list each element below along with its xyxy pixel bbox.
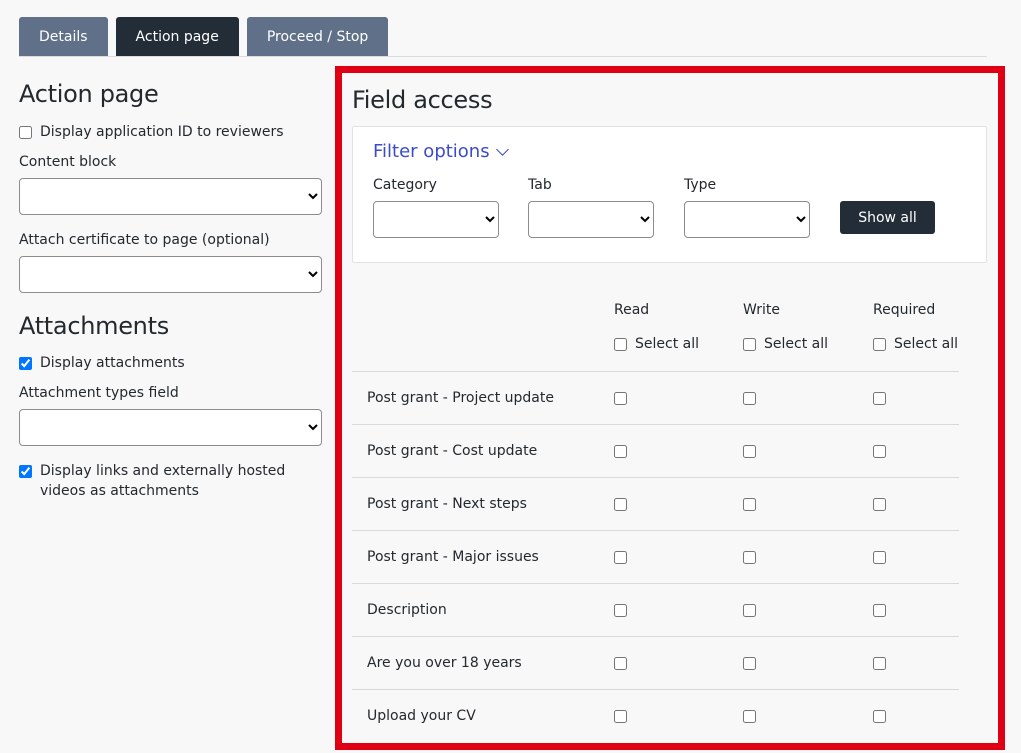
field-name: Post grant - Major issues bbox=[367, 549, 539, 565]
field-name: Post grant - Project update bbox=[367, 390, 554, 406]
required-select-all: Select all bbox=[873, 334, 958, 354]
attachment-types-label: Attachment types field bbox=[19, 385, 179, 401]
required-checkbox[interactable] bbox=[873, 445, 886, 458]
write-select-all-label: Select all bbox=[764, 336, 828, 352]
category-select[interactable] bbox=[373, 201, 499, 238]
tab-bar: Details Action page Proceed / Stop bbox=[19, 17, 389, 57]
table-row: Are you over 18 years bbox=[352, 636, 959, 689]
read-checkbox[interactable] bbox=[614, 710, 627, 723]
table-row: Description bbox=[352, 583, 959, 636]
table-row: Post grant - Major issues bbox=[352, 530, 959, 583]
read-checkbox[interactable] bbox=[614, 657, 627, 670]
field-access-panel: Field access Filter options Category Tab… bbox=[335, 66, 1005, 750]
field-name: Description bbox=[367, 602, 447, 618]
certificate-label: Attach certificate to page (optional) bbox=[19, 232, 270, 248]
display-app-id-label: Display application ID to reviewers bbox=[40, 124, 284, 140]
content-block-select[interactable] bbox=[19, 178, 322, 215]
required-select-all-checkbox[interactable] bbox=[873, 337, 886, 351]
required-checkbox[interactable] bbox=[873, 551, 886, 564]
write-select-all: Select all bbox=[743, 334, 828, 354]
category-label: Category bbox=[373, 177, 437, 193]
read-checkbox[interactable] bbox=[614, 551, 627, 564]
read-select-all: Select all bbox=[614, 334, 699, 354]
action-page-heading: Action page bbox=[19, 80, 159, 108]
read-select-all-checkbox[interactable] bbox=[614, 337, 627, 351]
read-column-header: Read bbox=[614, 302, 650, 318]
required-checkbox[interactable] bbox=[873, 710, 886, 723]
table-row: Upload your CV bbox=[352, 689, 959, 742]
tab-select[interactable] bbox=[528, 201, 654, 238]
required-checkbox[interactable] bbox=[873, 657, 886, 670]
field-name: Post grant - Next steps bbox=[367, 496, 527, 512]
category-filter: Category bbox=[373, 175, 499, 238]
display-links-label: Display links and externally hosted vide… bbox=[40, 463, 286, 499]
table-row: Post grant - Project update bbox=[352, 371, 959, 424]
filter-options-label: Filter options bbox=[373, 141, 490, 162]
chevron-down-icon bbox=[495, 142, 509, 156]
tab-action-page[interactable]: Action page bbox=[115, 17, 239, 57]
filter-options-box: Filter options Category Tab Type Show al… bbox=[352, 126, 987, 263]
required-checkbox[interactable] bbox=[873, 498, 886, 511]
action-page-settings: Action page Display application ID to re… bbox=[19, 80, 323, 501]
attachment-types-select[interactable] bbox=[19, 409, 322, 446]
write-column-header: Write bbox=[743, 302, 780, 318]
read-checkbox[interactable] bbox=[614, 392, 627, 405]
tab-label: Tab bbox=[528, 177, 552, 193]
read-checkbox[interactable] bbox=[614, 498, 627, 511]
write-checkbox[interactable] bbox=[743, 657, 756, 670]
display-attachments-label: Display attachments bbox=[40, 355, 185, 371]
tab-divider bbox=[19, 56, 987, 57]
type-label: Type bbox=[684, 177, 717, 193]
field-access-heading: Field access bbox=[352, 86, 493, 114]
required-select-all-label: Select all bbox=[894, 336, 958, 352]
filter-options-toggle[interactable]: Filter options bbox=[373, 141, 509, 162]
read-checkbox[interactable] bbox=[614, 445, 627, 458]
write-checkbox[interactable] bbox=[743, 551, 756, 564]
table-row: Post grant - Cost update bbox=[352, 424, 959, 477]
read-select-all-label: Select all bbox=[635, 336, 699, 352]
tab-details[interactable]: Details bbox=[19, 17, 108, 57]
write-checkbox[interactable] bbox=[743, 710, 756, 723]
read-checkbox[interactable] bbox=[614, 604, 627, 617]
write-checkbox[interactable] bbox=[743, 498, 756, 511]
attachments-heading: Attachments bbox=[19, 312, 169, 340]
content-block-label: Content block bbox=[19, 154, 117, 170]
required-checkbox[interactable] bbox=[873, 604, 886, 617]
write-checkbox[interactable] bbox=[743, 604, 756, 617]
show-all-button[interactable]: Show all bbox=[840, 201, 935, 234]
tab-proceed-stop[interactable]: Proceed / Stop bbox=[246, 17, 389, 57]
display-links-checkbox[interactable] bbox=[19, 465, 32, 478]
field-name: Are you over 18 years bbox=[367, 655, 522, 671]
field-name: Upload your CV bbox=[367, 708, 476, 724]
write-checkbox[interactable] bbox=[743, 445, 756, 458]
type-select[interactable] bbox=[684, 201, 810, 238]
write-checkbox[interactable] bbox=[743, 392, 756, 405]
required-checkbox[interactable] bbox=[873, 392, 886, 405]
field-access-table: Post grant - Project update Post grant - … bbox=[352, 371, 959, 742]
required-column-header: Required bbox=[873, 302, 936, 318]
field-name: Post grant - Cost update bbox=[367, 443, 538, 459]
display-attachments-checkbox[interactable] bbox=[19, 357, 32, 370]
table-row: Post grant - Next steps bbox=[352, 477, 959, 530]
display-app-id-checkbox[interactable] bbox=[19, 126, 32, 139]
write-select-all-checkbox[interactable] bbox=[743, 337, 756, 351]
type-filter: Type bbox=[684, 175, 810, 238]
certificate-select[interactable] bbox=[19, 256, 322, 293]
tab-filter: Tab bbox=[528, 175, 654, 238]
